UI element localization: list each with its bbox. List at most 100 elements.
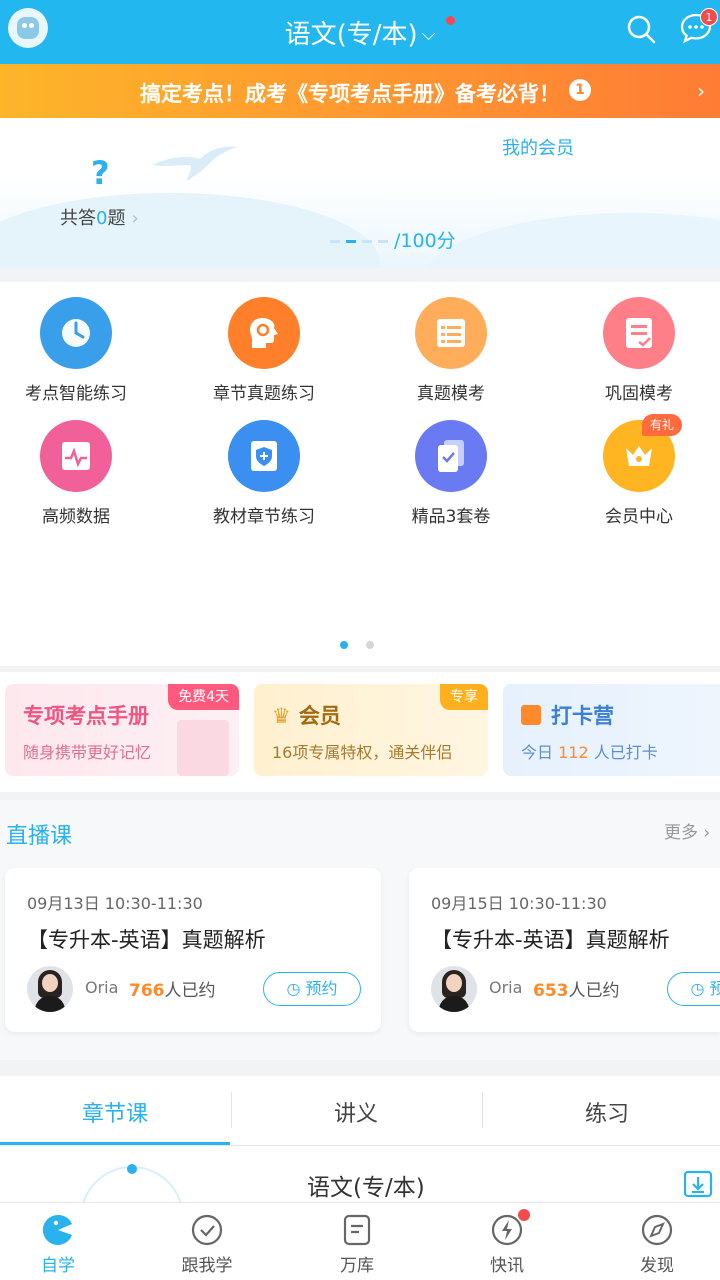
teacher-avatar xyxy=(27,966,73,1012)
grid-item-label: 精品3套卷 xyxy=(411,507,491,527)
card-subtitle: 今日 112 人已打卡 xyxy=(521,739,658,763)
checkin-prefix: 今日 xyxy=(521,743,554,762)
head-gear-icon xyxy=(228,297,300,369)
answered-count-link[interactable]: 共答0题 › xyxy=(60,204,139,230)
page-indicator-dot-active[interactable] xyxy=(340,641,348,649)
score-display: /100分 xyxy=(330,226,456,253)
course-tabs: 章节课 讲义 练习 xyxy=(0,1076,720,1146)
nav-label: 自学 xyxy=(41,1256,75,1276)
chevron-right-icon[interactable]: › xyxy=(697,79,705,103)
promo-text: 搞定考点！成考《专项考点手册》备考必背！ xyxy=(140,82,560,106)
course-summary[interactable]: 语文(专/本) xyxy=(0,1146,720,1206)
doc-edit-icon xyxy=(603,297,675,369)
top-bar: 语文(专/本) ⌵ 1 xyxy=(0,0,720,64)
subject-selector[interactable]: 语文(专/本) ⌵ xyxy=(0,14,720,51)
reservation-count: 653人已约 xyxy=(533,976,620,1001)
tab-handouts[interactable]: 讲义 xyxy=(241,1096,471,1128)
count-number: 766 xyxy=(129,981,165,1001)
progress-hero: ? 共答0题 › 我的会员 /100分 xyxy=(0,118,720,268)
card-tag: 免费4天 xyxy=(168,684,239,710)
nav-label: 跟我学 xyxy=(181,1256,233,1276)
grid-item-chapter-real-questions[interactable]: 章节真题练习 xyxy=(189,297,339,404)
tab-practice[interactable]: 练习 xyxy=(492,1096,720,1128)
bird-decoration-icon xyxy=(152,146,238,181)
card-subtitle: 随身携带更好记忆 xyxy=(23,743,152,762)
book-decoration-icon xyxy=(177,720,229,776)
reservation-count: 766人已约 xyxy=(129,976,216,1001)
nav-label: 快讯 xyxy=(490,1256,524,1276)
grid-item-consolidation-exam[interactable]: 巩固模考 xyxy=(564,297,714,404)
promo-banner[interactable]: 搞定考点！成考《专项考点手册》备考必背！ xyxy=(0,64,720,118)
bottom-navigation: 自学 跟我学 万库 快讯 发现 xyxy=(0,1202,720,1280)
paper-list-icon xyxy=(415,297,487,369)
card-checkin-camp[interactable]: 打卡营 今日 112 人已打卡 xyxy=(503,684,720,776)
score-placeholder-dash xyxy=(378,240,388,243)
document-icon xyxy=(343,1214,371,1246)
course-time: 09月13日 10:30-11:30 xyxy=(27,894,203,913)
grid-item-label: 教材章节练习 xyxy=(213,507,315,527)
card-tag: 专享 xyxy=(440,684,488,710)
reserve-label: 预约 xyxy=(305,979,338,998)
nav-library[interactable]: 万库 xyxy=(297,1213,417,1276)
answered-suffix: 题 xyxy=(107,208,126,229)
search-icon[interactable] xyxy=(626,14,656,44)
more-link[interactable]: 更多 › xyxy=(664,818,710,843)
download-icon[interactable] xyxy=(683,1170,713,1198)
nav-discover[interactable]: 发现 xyxy=(597,1213,717,1276)
pacman-icon xyxy=(42,1214,72,1245)
grid-item-label: 真题模考 xyxy=(417,384,485,404)
score-placeholder-dash xyxy=(346,240,356,243)
card-title-text: 打卡营 xyxy=(551,704,614,728)
answered-prefix: 共答 xyxy=(60,208,96,229)
section-title-live: 直播课 xyxy=(6,824,73,849)
card-subtitle: 16项专属特权，通关伴侣 xyxy=(272,743,453,762)
grid-item-label: 考点智能练习 xyxy=(25,384,127,404)
answered-count: 0 xyxy=(96,208,108,229)
card-handbook[interactable]: 专项考点手册 随身携带更好记忆 免费4天 xyxy=(5,684,239,776)
pulse-chart-icon xyxy=(40,420,112,492)
grid-item-textbook-chapter-practice[interactable]: 教材章节练习 xyxy=(189,420,339,527)
chevron-down-icon: ⌵ xyxy=(421,24,436,45)
check-circle-icon xyxy=(191,1214,223,1246)
live-course-card[interactable]: 09月13日 10:30-11:30 【专升本-英语】真题解析 Oria 766… xyxy=(5,868,381,1032)
count-suffix: 人已约 xyxy=(164,981,216,1001)
count-suffix: 人已约 xyxy=(568,981,620,1001)
teacher-avatar xyxy=(431,966,477,1012)
grid-item-high-frequency-data[interactable]: 高频数据 xyxy=(1,420,151,527)
grid-item-premium-3-sets[interactable]: 精品3套卷 xyxy=(376,420,526,527)
tab-divider xyxy=(482,1092,483,1128)
checkin-count: 112 xyxy=(558,743,589,762)
clock-icon xyxy=(40,297,112,369)
question-icon: ? xyxy=(91,154,110,192)
clock-icon: ◷ xyxy=(690,979,710,998)
nav-self-study[interactable]: 自学 xyxy=(0,1213,118,1276)
promo-count-badge: 1 xyxy=(569,79,591,101)
nav-follow-me[interactable]: 跟我学 xyxy=(147,1213,267,1276)
checkin-suffix: 人已打卡 xyxy=(593,743,658,762)
nav-label: 发现 xyxy=(640,1256,674,1276)
chevron-right-icon: › xyxy=(131,208,139,229)
card-title: 打卡营 xyxy=(521,700,614,730)
grid-item-mock-exam[interactable]: 真题模考 xyxy=(376,297,526,404)
message-badge: 1 xyxy=(700,8,718,26)
grid-item-label: 章节真题练习 xyxy=(213,384,315,404)
subject-title: 语文(专/本) xyxy=(284,20,418,50)
grid-item-label: 会员中心 xyxy=(605,507,673,527)
grid-item-member-center[interactable]: 会员中心 xyxy=(564,420,714,527)
page-indicator-dot[interactable] xyxy=(366,641,374,649)
shield-book-icon xyxy=(228,420,300,492)
count-number: 653 xyxy=(533,981,569,1001)
gift-badge: 有礼 xyxy=(642,414,682,436)
reserve-button[interactable]: ◷ 预约 xyxy=(667,972,720,1006)
nav-label: 万库 xyxy=(340,1256,374,1276)
tab-chapter-lessons[interactable]: 章节课 xyxy=(0,1096,230,1128)
reserve-button[interactable]: ◷ 预约 xyxy=(263,972,361,1006)
my-membership-link[interactable]: 我的会员 xyxy=(502,134,574,160)
card-member[interactable]: ♛ 会员 16项专属特权，通关伴侣 专享 xyxy=(254,684,488,776)
grid-item-smart-practice[interactable]: 考点智能练习 xyxy=(1,297,151,404)
live-course-card[interactable]: 09月15日 10:30-11:30 【专升本-英语】真题解析 Oria 653… xyxy=(409,868,720,1032)
clock-icon: ◷ xyxy=(286,979,306,998)
hero-background-wave xyxy=(0,193,380,268)
nav-news[interactable]: 快讯 xyxy=(447,1213,567,1276)
card-title-text: 会员 xyxy=(298,704,341,728)
